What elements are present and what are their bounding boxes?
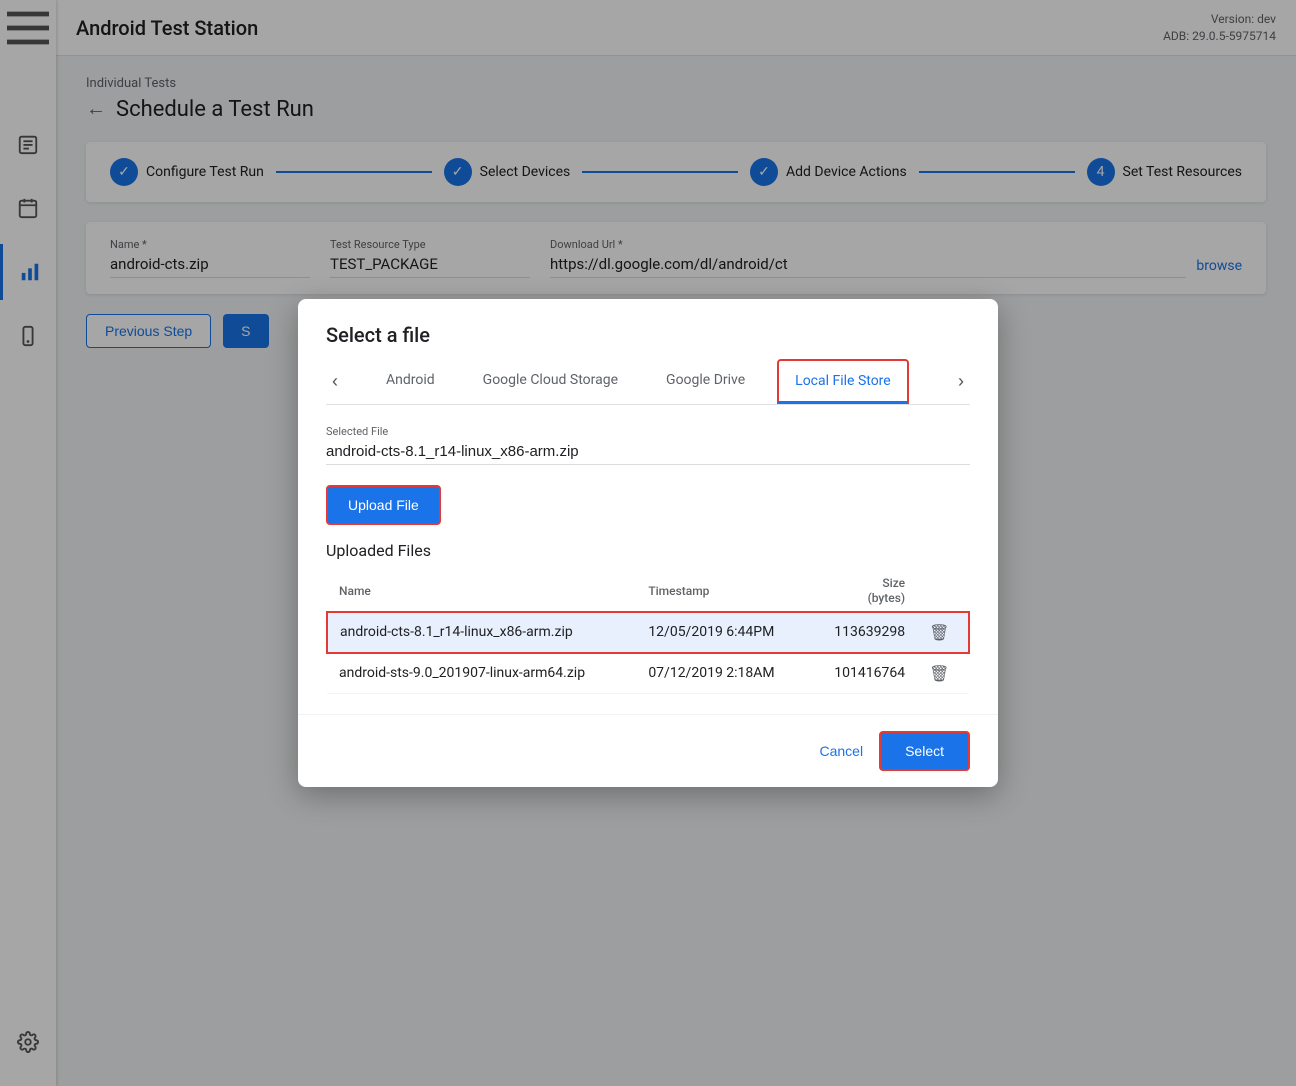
- file-name-2: android-sts-9.0_201907-linux-arm64.zip: [327, 653, 636, 694]
- file-name-1: android-cts-8.1_r14-linux_x86-arm.zip: [327, 612, 636, 653]
- delete-icon-2[interactable]: 🗑: [929, 664, 949, 683]
- selected-file-label: Selected File: [326, 425, 388, 438]
- col-timestamp: Timestamp: [636, 570, 808, 612]
- file-select-dialog: Select a file ‹ Android Google Cloud Sto…: [298, 299, 998, 787]
- col-name: Name: [327, 570, 636, 612]
- file-delete-2[interactable]: 🗑: [917, 653, 969, 694]
- file-row-2[interactable]: android-sts-9.0_201907-linux-arm64.zip 0…: [327, 653, 969, 694]
- upload-file-button[interactable]: Upload File: [326, 485, 441, 525]
- col-size: Size (bytes): [808, 570, 917, 612]
- tab-local[interactable]: Local File Store: [777, 359, 909, 404]
- tab-gdrive[interactable]: Google Drive: [650, 360, 761, 403]
- dialog-footer: Cancel Select: [298, 714, 998, 787]
- file-size-1: 113639298: [808, 612, 917, 653]
- tab-next-button[interactable]: ›: [952, 363, 970, 400]
- file-size-2: 101416764: [808, 653, 917, 694]
- file-ts-1: 12/05/2019 6:44PM: [636, 612, 808, 653]
- col-actions: [917, 570, 969, 612]
- tab-gcs[interactable]: Google Cloud Storage: [467, 360, 634, 403]
- file-ts-2: 07/12/2019 2:18AM: [636, 653, 808, 694]
- selected-file-field: Selected File: [326, 425, 970, 465]
- dialog-title: Select a file: [326, 323, 970, 347]
- files-table: Name Timestamp Size (bytes) android-cts-…: [326, 570, 970, 694]
- tab-prev-button[interactable]: ‹: [326, 363, 344, 400]
- dialog-tabs: ‹ Android Google Cloud Storage Google Dr…: [326, 359, 970, 405]
- file-delete-1[interactable]: 🗑: [917, 612, 969, 653]
- uploaded-files-title: Uploaded Files: [326, 541, 970, 560]
- dialog-header: Select a file ‹ Android Google Cloud Sto…: [298, 299, 998, 405]
- cancel-button[interactable]: Cancel: [819, 743, 863, 759]
- modal-overlay: Select a file ‹ Android Google Cloud Sto…: [0, 0, 1296, 1086]
- dialog-body: Selected File Upload File Uploaded Files…: [298, 405, 998, 714]
- file-row-1[interactable]: android-cts-8.1_r14-linux_x86-arm.zip 12…: [327, 612, 969, 653]
- tab-android[interactable]: Android: [370, 360, 451, 403]
- delete-icon-1[interactable]: 🗑: [929, 623, 949, 642]
- selected-file-input[interactable]: [326, 425, 970, 465]
- select-button[interactable]: Select: [879, 731, 970, 771]
